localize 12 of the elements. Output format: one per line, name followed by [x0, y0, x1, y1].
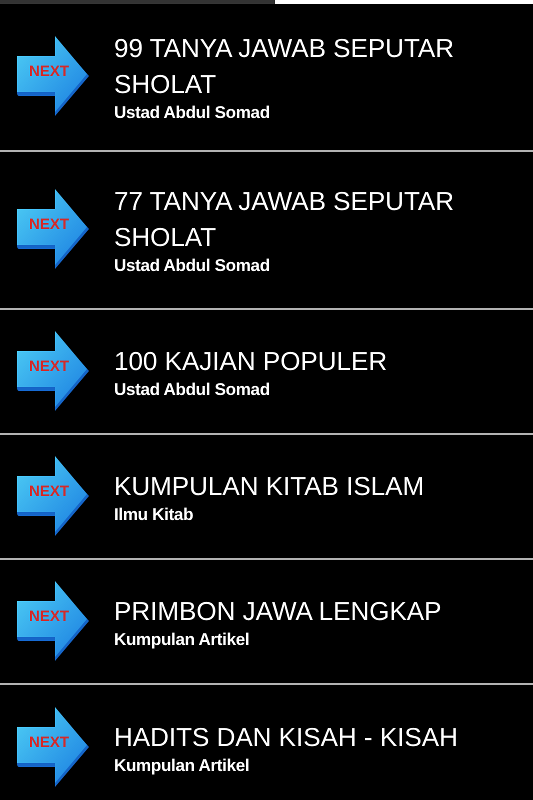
item-subtitle: Kumpulan Artikel: [114, 754, 250, 776]
item-subtitle: Ustad Abdul Somad: [114, 255, 271, 277]
item-title: PRIMBON JAWA LENGKAP: [114, 594, 442, 628]
item-title: HADITS DAN KISAH - KISAH: [114, 720, 459, 754]
item-subtitle: Kumpulan Artikel: [114, 628, 250, 650]
item-subtitle: Ustad Abdul Somad: [114, 102, 271, 124]
item-title: 99 TANYA JAWAB SEPUTAR SHOLAT: [114, 32, 456, 101]
item-subtitle: Ustad Abdul Somad: [114, 378, 271, 400]
item-title: KUMPULAN KITAB ISLAM: [114, 470, 426, 502]
item-title: 100 KAJIAN POPULER: [114, 344, 388, 378]
item-title: 77 TANYA JAWAB SEPUTAR SHOLAT: [114, 185, 456, 254]
item-subtitle: Ilmu Kitab: [114, 504, 194, 526]
